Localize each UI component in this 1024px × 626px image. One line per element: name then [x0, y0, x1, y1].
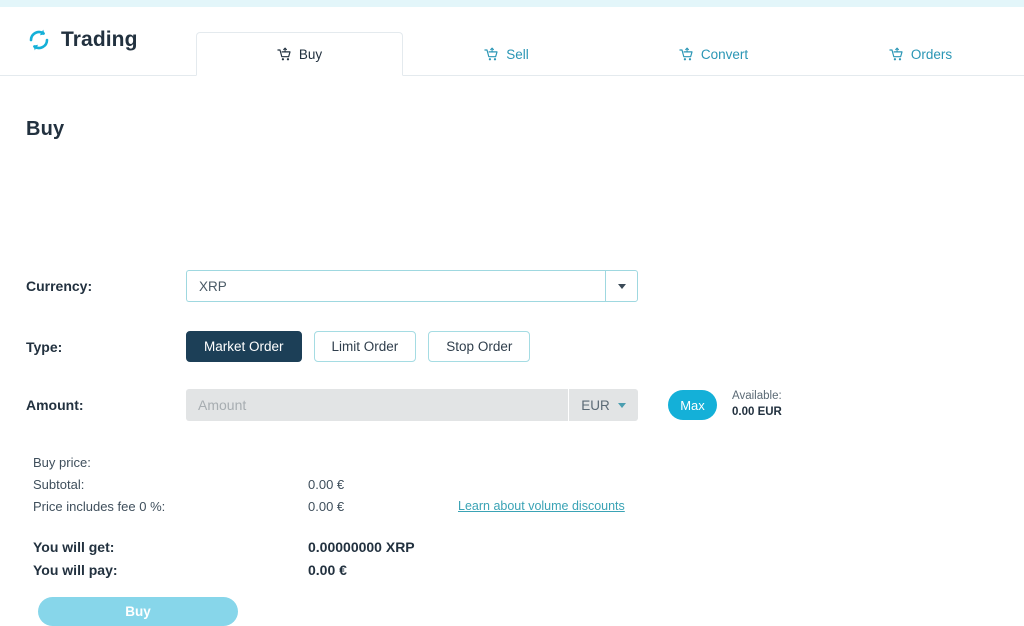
totals-name: You will get:	[33, 538, 115, 555]
price-breakdown: Buy price: Subtotal: 0.00 € Price includ…	[33, 451, 625, 517]
tab-orders[interactable]: Orders	[817, 32, 1024, 76]
stop-order-button[interactable]: Stop Order	[428, 331, 531, 362]
top-accent-band	[0, 0, 1024, 7]
amount-field: EUR	[186, 389, 638, 421]
tab-sell[interactable]: Sell	[403, 32, 610, 76]
limit-order-button[interactable]: Limit Order	[313, 331, 417, 362]
brand: Trading	[26, 27, 138, 53]
market-order-button[interactable]: Market Order	[186, 331, 302, 362]
breakdown-value: 0.00 €	[308, 476, 345, 492]
totals: You will get: 0.00000000 XRP You will pa…	[33, 535, 528, 581]
amount-input[interactable]	[186, 389, 568, 421]
breakdown-row: Subtotal: 0.00 €	[33, 473, 625, 495]
tab-buy[interactable]: Buy	[196, 32, 403, 76]
chevron-down-icon	[617, 283, 626, 289]
currency-label: Currency:	[26, 278, 93, 294]
breakdown-name: Subtotal:	[33, 476, 85, 492]
currency-input[interactable]	[186, 270, 605, 302]
totals-row: You will get: 0.00000000 XRP	[33, 535, 528, 558]
tab-bar: Buy Sell Convert Orders	[196, 32, 1024, 76]
tab-convert[interactable]: Convert	[610, 32, 817, 76]
amount-label: Amount:	[26, 397, 84, 413]
available-label: Available:	[732, 390, 782, 403]
tab-label: Sell	[506, 47, 529, 62]
main-content: Buy Currency: Type: Market Order Limit O…	[0, 118, 1024, 626]
amount-currency-code: EUR	[581, 397, 610, 413]
totals-value: 0.00 €	[308, 561, 347, 578]
totals-name: You will pay:	[33, 561, 118, 578]
tab-label: Buy	[298, 46, 323, 62]
type-row: Type: Market Order Limit Order Stop Orde…	[26, 331, 531, 362]
tab-label: Orders	[910, 47, 953, 62]
amount-row: Amount: EUR Max Available: 0.00 EUR	[26, 389, 782, 421]
buy-submit-button[interactable]: Buy	[38, 597, 238, 626]
page-title: Buy	[26, 118, 65, 140]
type-label: Type:	[26, 338, 63, 355]
breakdown-name: Buy price:	[33, 454, 91, 470]
breakdown-value: 0.00 €	[308, 498, 345, 514]
totals-row: You will pay: 0.00 €	[33, 558, 528, 581]
available-value: 0.00 EUR	[732, 406, 782, 418]
available-balance: Available: 0.00 EUR	[732, 389, 782, 420]
cart-icon	[277, 47, 292, 62]
amount-currency-selector[interactable]: EUR	[568, 389, 638, 421]
breakdown-name: Price includes fee 0 %:	[33, 498, 166, 514]
type-button-group: Market Order Limit Order Stop Order	[186, 331, 531, 362]
brand-title: Trading	[61, 28, 138, 51]
refresh-sync-icon	[26, 27, 52, 53]
cart-icon	[679, 47, 694, 62]
currency-row: Currency:	[26, 270, 638, 302]
cart-icon	[484, 47, 499, 62]
currency-field	[186, 270, 638, 302]
currency-dropdown-button[interactable]	[605, 270, 638, 302]
breakdown-row: Buy price:	[33, 451, 625, 473]
breakdown-row: Price includes fee 0 %: 0.00 € Learn abo…	[33, 495, 625, 517]
chevron-down-icon	[617, 402, 626, 408]
max-button[interactable]: Max	[668, 390, 717, 420]
volume-discounts-link[interactable]: Learn about volume discounts	[458, 499, 625, 513]
cart-icon	[889, 47, 904, 62]
totals-value: 0.00000000 XRP	[308, 538, 415, 555]
app-header: Trading Buy Sell Convert Orders	[0, 7, 1024, 76]
tab-label: Convert	[700, 47, 749, 62]
